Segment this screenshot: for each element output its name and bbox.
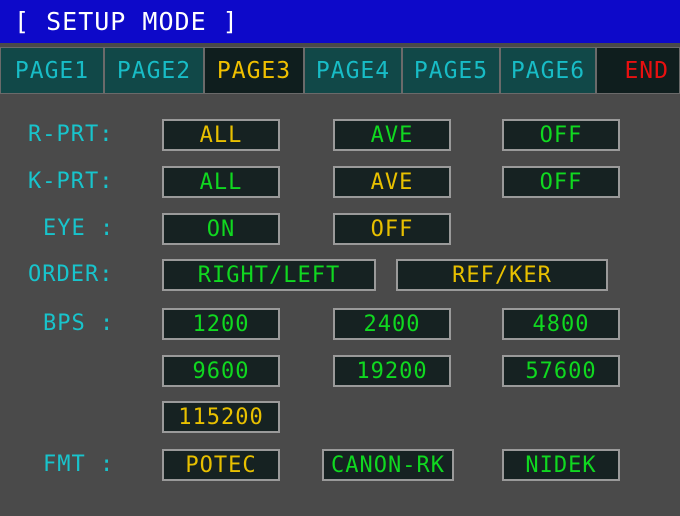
tab-page1[interactable]: PAGE1 (0, 47, 104, 94)
title-bar: [ SETUP MODE ] (0, 0, 680, 43)
eye-label: EYE : (43, 216, 115, 241)
k-prt-off-button[interactable]: OFF (502, 166, 620, 198)
fmt-potec-button[interactable]: POTEC (162, 449, 280, 481)
tab-page2[interactable]: PAGE2 (104, 47, 204, 94)
fmt-label: FMT : (43, 452, 115, 477)
r-prt-all-button[interactable]: ALL (162, 119, 280, 151)
k-prt-label: K-PRT: (28, 169, 114, 194)
tab-page5[interactable]: PAGE5 (402, 47, 500, 94)
fmt-nidek-button[interactable]: NIDEK (502, 449, 620, 481)
order-right-left-button[interactable]: RIGHT/LEFT (162, 259, 376, 291)
bps-19200-button[interactable]: 19200 (333, 355, 451, 387)
order-label: ORDER: (28, 262, 114, 287)
end-button[interactable]: END (596, 47, 680, 94)
fmt-canon-rk-button[interactable]: CANON-RK (322, 449, 454, 481)
k-prt-all-button[interactable]: ALL (162, 166, 280, 198)
eye-on-button[interactable]: ON (162, 213, 280, 245)
bps-label: BPS : (43, 311, 115, 336)
r-prt-ave-button[interactable]: AVE (333, 119, 451, 151)
tab-bar: PAGE1 PAGE2 PAGE3 PAGE4 PAGE5 PAGE6 END (0, 47, 680, 94)
tab-page3[interactable]: PAGE3 (204, 47, 304, 94)
eye-off-button[interactable]: OFF (333, 213, 451, 245)
tab-page6[interactable]: PAGE6 (500, 47, 596, 94)
bps-57600-button[interactable]: 57600 (502, 355, 620, 387)
tab-page4[interactable]: PAGE4 (304, 47, 402, 94)
r-prt-label: R-PRT: (28, 122, 114, 147)
bps-4800-button[interactable]: 4800 (502, 308, 620, 340)
order-ref-ker-button[interactable]: REF/KER (396, 259, 608, 291)
r-prt-off-button[interactable]: OFF (502, 119, 620, 151)
bps-1200-button[interactable]: 1200 (162, 308, 280, 340)
bps-9600-button[interactable]: 9600 (162, 355, 280, 387)
bps-115200-button[interactable]: 115200 (162, 401, 280, 433)
bps-2400-button[interactable]: 2400 (333, 308, 451, 340)
setup-screen: [ SETUP MODE ] PAGE1 PAGE2 PAGE3 PAGE4 P… (0, 0, 680, 516)
k-prt-ave-button[interactable]: AVE (333, 166, 451, 198)
